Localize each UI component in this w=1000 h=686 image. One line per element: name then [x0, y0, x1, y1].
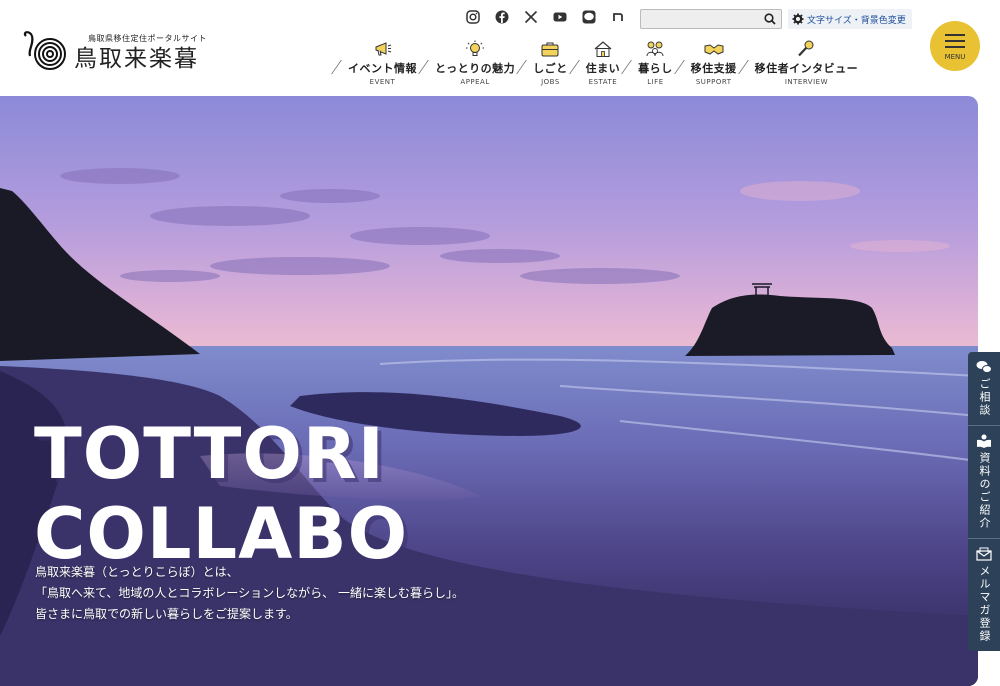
- hero-desc-line3: 皆さまに鳥取での新しい暮らしをご提案します。: [35, 607, 298, 621]
- family-icon: [645, 40, 665, 58]
- menu-label: MENU: [944, 52, 966, 61]
- youtube-icon[interactable]: [553, 10, 567, 24]
- x-icon[interactable]: [524, 10, 538, 24]
- side-tab-consult[interactable]: ご相談: [968, 352, 1000, 426]
- instagram-icon[interactable]: [466, 10, 480, 24]
- logo-swan-icon: [23, 31, 66, 70]
- nav-label-en: LIFE: [647, 78, 664, 86]
- hero-desc-line2: 「鳥取へ来て、地域の人とコラボレーションしながら、 一緒に楽しむ暮らし」。: [35, 586, 464, 600]
- note-icon[interactable]: [611, 10, 625, 24]
- lightbulb-icon: [465, 40, 485, 58]
- mail-icon: [976, 547, 992, 561]
- side-tab-newsletter[interactable]: メルマガ登録: [968, 539, 1000, 651]
- font-size-settings-button[interactable]: 文字サイズ・背景色変更: [788, 9, 912, 29]
- book-icon: [977, 434, 991, 448]
- nav-label-en: APPEAL: [460, 78, 490, 86]
- nav-label: 住まい: [585, 62, 621, 75]
- chat-icon: [976, 361, 992, 373]
- search-box: [640, 9, 782, 32]
- gear-icon: [792, 13, 804, 25]
- site-name: 鳥取来楽暮: [74, 46, 199, 72]
- nav-label: イベント情報: [348, 62, 417, 75]
- handshake-icon: [704, 40, 724, 58]
- hero-title-line1: TOTTORI: [34, 413, 385, 495]
- megaphone-icon: [373, 40, 393, 58]
- line-icon[interactable]: [582, 10, 596, 24]
- hero-desc-line1: 鳥取来楽暮（とっとりこらぼ）とは、: [35, 565, 239, 579]
- nav-label-en: EVENT: [369, 78, 396, 86]
- nav-item-appeal[interactable]: とっとりの魅力 APPEAL: [421, 40, 519, 86]
- house-icon: [593, 40, 613, 58]
- search-icon[interactable]: [764, 13, 776, 25]
- nav-label-en: SUPPORT: [695, 78, 732, 86]
- nav-item-estate[interactable]: 住まい ESTATE: [572, 40, 625, 86]
- menu-button[interactable]: MENU: [930, 21, 980, 71]
- nav-item-support[interactable]: 移住支援 SUPPORT: [677, 40, 741, 86]
- nav-label: 暮らし: [638, 62, 673, 75]
- microphone-icon: [796, 40, 816, 58]
- global-nav: イベント情報 EVENT とっとりの魅力 APPEAL しごと JOBS 住まい…: [334, 40, 862, 86]
- side-tab-materials[interactable]: 資料のご紹介: [968, 426, 1000, 539]
- nav-item-jobs[interactable]: しごと JOBS: [519, 40, 572, 86]
- nav-item-life[interactable]: 暮らし LIFE: [624, 40, 677, 86]
- briefcase-icon: [540, 40, 560, 58]
- search-input[interactable]: [641, 13, 761, 32]
- nav-item-interview[interactable]: 移住者インタビュー INTERVIEW: [741, 40, 863, 86]
- site-subtitle: 鳥取県移住定住ポータルサイト: [88, 34, 207, 43]
- font-size-settings-label: 文字サイズ・背景色変更: [807, 15, 906, 26]
- nav-label: 移住支援: [690, 62, 737, 75]
- site-logo[interactable]: 鳥取県移住定住ポータルサイト 鳥取来楽暮: [20, 30, 207, 72]
- side-tab-label: 資料のご紹介: [978, 452, 991, 530]
- side-tab-label: メルマガ登録: [978, 565, 991, 643]
- side-tab-label: ご相談: [978, 378, 991, 417]
- nav-label-en: INTERVIEW: [784, 78, 829, 86]
- nav-label-en: ESTATE: [588, 78, 618, 86]
- nav-label: しごと: [533, 62, 568, 75]
- hero-description: 鳥取来楽暮（とっとりこらぼ）とは、 「鳥取へ来て、地域の人とコラボレーションしな…: [35, 562, 464, 625]
- nav-label: とっとりの魅力: [435, 62, 516, 75]
- nav-label-en: JOBS: [541, 78, 560, 86]
- hero-title: TOTTORI COLLABO: [34, 414, 408, 574]
- nav-label: 移住者インタビュー: [754, 62, 859, 75]
- nav-item-event[interactable]: イベント情報 EVENT: [334, 40, 421, 86]
- side-tabs: ご相談 資料のご紹介 メルマガ登録: [968, 352, 1000, 651]
- social-links: [466, 10, 625, 24]
- hero-banner: TOTTORI COLLABO 鳥取来楽暮（とっとりこらぼ）とは、 「鳥取へ来て…: [0, 96, 978, 686]
- facebook-icon[interactable]: [495, 10, 509, 24]
